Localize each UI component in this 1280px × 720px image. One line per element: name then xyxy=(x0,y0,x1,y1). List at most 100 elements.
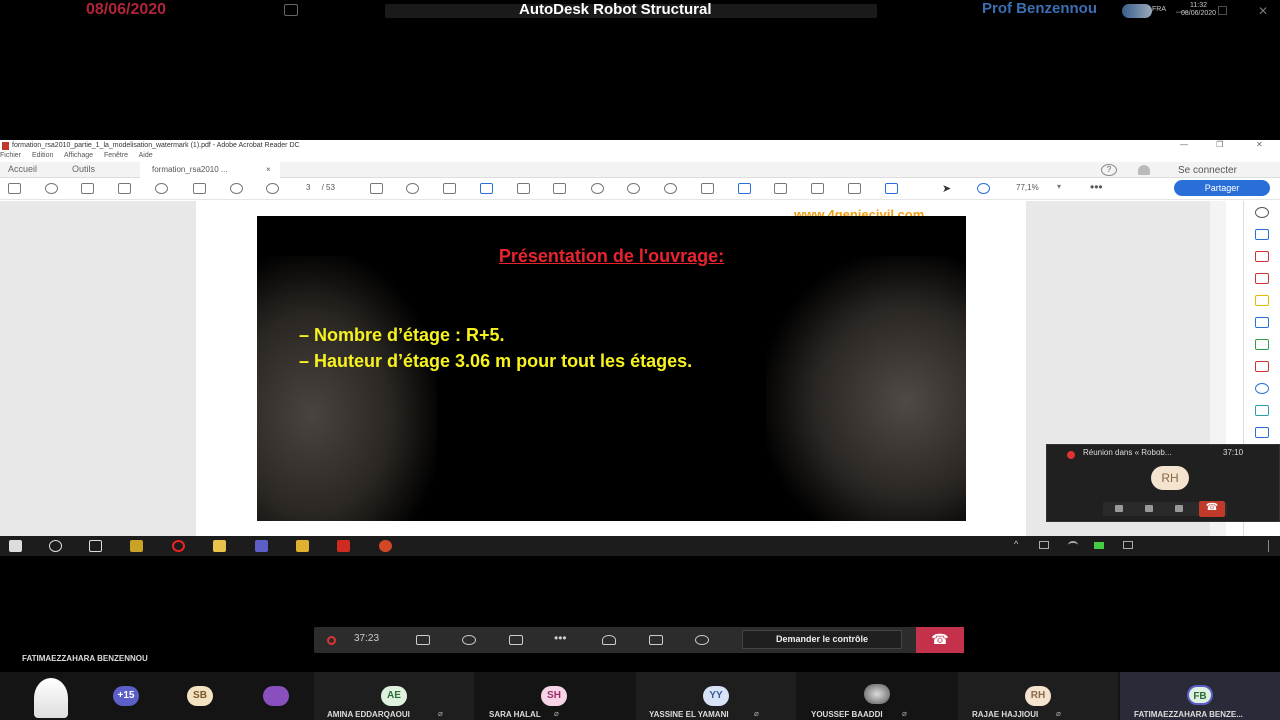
tab-accueil[interactable]: Accueil xyxy=(8,164,37,174)
tray-battery-icon[interactable] xyxy=(1039,541,1049,549)
teams-icon[interactable] xyxy=(255,540,268,552)
menu-aide[interactable]: Aide xyxy=(139,152,153,159)
mini-mic-icon[interactable] xyxy=(1145,505,1153,512)
tray-chevron-icon[interactable]: ^ xyxy=(1014,539,1018,549)
zoom-dropdown-icon[interactable]: ▾ xyxy=(1057,182,1061,191)
prev-page-icon[interactable] xyxy=(230,183,243,194)
tray-app-icon[interactable] xyxy=(1094,542,1104,549)
participants-icon[interactable] xyxy=(695,635,709,645)
mini-share-icon[interactable] xyxy=(1175,505,1183,512)
participant-tile-fb[interactable]: FB FATIMAEZZAHARA BENZE... xyxy=(1120,672,1280,720)
screen-icon[interactable] xyxy=(848,183,861,194)
panel-search-icon[interactable] xyxy=(1255,207,1269,218)
mail-icon[interactable] xyxy=(118,183,131,194)
page-current[interactable]: 3 xyxy=(306,183,310,192)
zoom-out-icon[interactable] xyxy=(406,183,419,194)
mic-off-icon[interactable] xyxy=(462,635,476,645)
maximize-icon[interactable]: ☐ xyxy=(1217,4,1228,18)
chat-icon[interactable] xyxy=(649,635,663,645)
help-icon[interactable]: ? xyxy=(1101,164,1117,176)
snapshot-icon[interactable] xyxy=(193,183,206,194)
participant-tile-sh[interactable]: SH SARA HALAL ⌀ xyxy=(476,672,634,720)
acro-minimize-icon[interactable]: — xyxy=(1180,140,1188,149)
comment-icon[interactable] xyxy=(480,183,493,194)
participant-avatar-sb[interactable]: SB xyxy=(187,686,213,706)
presenter-photo-avatar[interactable] xyxy=(34,678,68,718)
acro-maximize-icon[interactable]: ❐ xyxy=(1216,140,1223,149)
upload-icon[interactable] xyxy=(45,183,58,194)
tab-close-icon[interactable]: × xyxy=(266,165,271,174)
share-button[interactable]: Partager xyxy=(1174,180,1270,196)
participant-tile-rh[interactable]: RH RAJAE HAJJIOUI ⌀ xyxy=(958,672,1118,720)
create-pdf-icon[interactable] xyxy=(8,183,21,194)
camera-off-icon[interactable] xyxy=(416,635,430,645)
mini-camera-icon[interactable] xyxy=(1115,505,1123,512)
print-icon[interactable] xyxy=(81,183,94,194)
hangup-button[interactable]: ☎ xyxy=(916,627,964,653)
panel-edit-icon[interactable] xyxy=(1255,273,1269,284)
close-icon[interactable]: ✕ xyxy=(1258,4,1268,18)
file-explorer-icon[interactable] xyxy=(213,540,226,552)
two-page-icon[interactable] xyxy=(811,183,824,194)
connect-link[interactable]: Se connecter xyxy=(1178,165,1237,176)
participant-tile-yy[interactable]: YY YASSINE EL YAMANI ⌀ xyxy=(636,672,796,720)
more-actions-icon[interactable]: ••• xyxy=(554,631,567,645)
share-screen-icon[interactable] xyxy=(509,635,523,645)
acro-close-icon[interactable]: ✕ xyxy=(1256,140,1263,149)
compare-icon[interactable] xyxy=(774,183,787,194)
mini-hangup-button[interactable]: ☎ xyxy=(1199,501,1225,517)
tray-pen-icon[interactable] xyxy=(1123,541,1133,549)
tab-outils[interactable]: Outils xyxy=(72,164,95,174)
hand-icon[interactable] xyxy=(977,183,990,194)
zoom-level[interactable]: 77,1% xyxy=(1016,183,1039,192)
scroll-mode-icon[interactable] xyxy=(885,183,898,194)
powerpoint-icon[interactable] xyxy=(379,540,392,552)
acrobat-icon[interactable] xyxy=(337,540,350,552)
tab-document[interactable]: formation_rsa2010 ... × xyxy=(140,162,280,178)
menu-affichage[interactable]: Affichage xyxy=(64,152,93,159)
cursor-icon[interactable]: ➤ xyxy=(942,182,951,195)
panel-fill-sign-icon[interactable] xyxy=(1255,427,1269,438)
meeting-mini-window[interactable]: Réunion dans « Robob... 37:10 RH ☎ xyxy=(1046,444,1280,522)
show-desktop-button[interactable] xyxy=(1268,540,1276,552)
rotate-right-icon[interactable] xyxy=(627,183,640,194)
taskbar-clock[interactable]: 11:32 08/06/2020 xyxy=(1181,2,1216,18)
next-page-icon[interactable] xyxy=(266,183,279,194)
robot-icon[interactable] xyxy=(296,540,309,552)
edit-icon[interactable] xyxy=(284,4,298,16)
fit-page-icon[interactable] xyxy=(443,183,456,194)
page-number[interactable]: 3 / 53 xyxy=(306,183,335,192)
windows-start-icon[interactable] xyxy=(9,540,22,552)
crop-icon[interactable] xyxy=(517,183,530,194)
store-icon[interactable] xyxy=(130,540,143,552)
image-icon[interactable] xyxy=(553,183,566,194)
rotate-left-icon[interactable] xyxy=(664,183,677,194)
task-view-icon[interactable] xyxy=(89,540,102,552)
stamp-icon[interactable] xyxy=(591,183,604,194)
more-participants-badge[interactable]: +15 xyxy=(113,686,139,706)
select-tool-icon[interactable] xyxy=(370,183,383,194)
trim-icon[interactable] xyxy=(701,183,714,194)
export-icon[interactable] xyxy=(738,183,751,194)
panel-combine-icon[interactable] xyxy=(1255,317,1269,328)
panel-organize-icon[interactable] xyxy=(1255,339,1269,350)
request-control-button[interactable]: Demander le contrôle xyxy=(742,630,902,649)
keyboard-language[interactable]: FRA xyxy=(1152,6,1166,13)
participant-photo-avatar[interactable] xyxy=(263,686,289,706)
raise-hand-icon[interactable] xyxy=(602,635,616,645)
search-icon[interactable] xyxy=(155,183,168,194)
menu-edition[interactable]: Edition xyxy=(32,152,53,159)
taskbar-search-icon[interactable] xyxy=(49,540,62,552)
menu-fichier[interactable]: Fichier xyxy=(0,152,21,159)
tray-wifi-icon[interactable] xyxy=(1068,541,1078,549)
menu-fenetre[interactable]: Fenêtre xyxy=(104,152,128,159)
bell-icon[interactable] xyxy=(1138,165,1150,175)
panel-create-icon[interactable] xyxy=(1255,251,1269,262)
opera-icon[interactable] xyxy=(172,540,185,552)
participant-tile-yb[interactable]: YOUSSEF BAADDI ⌀ xyxy=(798,672,956,720)
panel-optimize-icon[interactable] xyxy=(1255,405,1269,416)
panel-export-icon[interactable] xyxy=(1255,229,1269,240)
participant-tile-ae[interactable]: AE AMINA EDDARQAOUI ⌀ xyxy=(314,672,474,720)
panel-sign-icon[interactable] xyxy=(1255,361,1269,372)
more-icon[interactable]: ••• xyxy=(1090,180,1103,194)
